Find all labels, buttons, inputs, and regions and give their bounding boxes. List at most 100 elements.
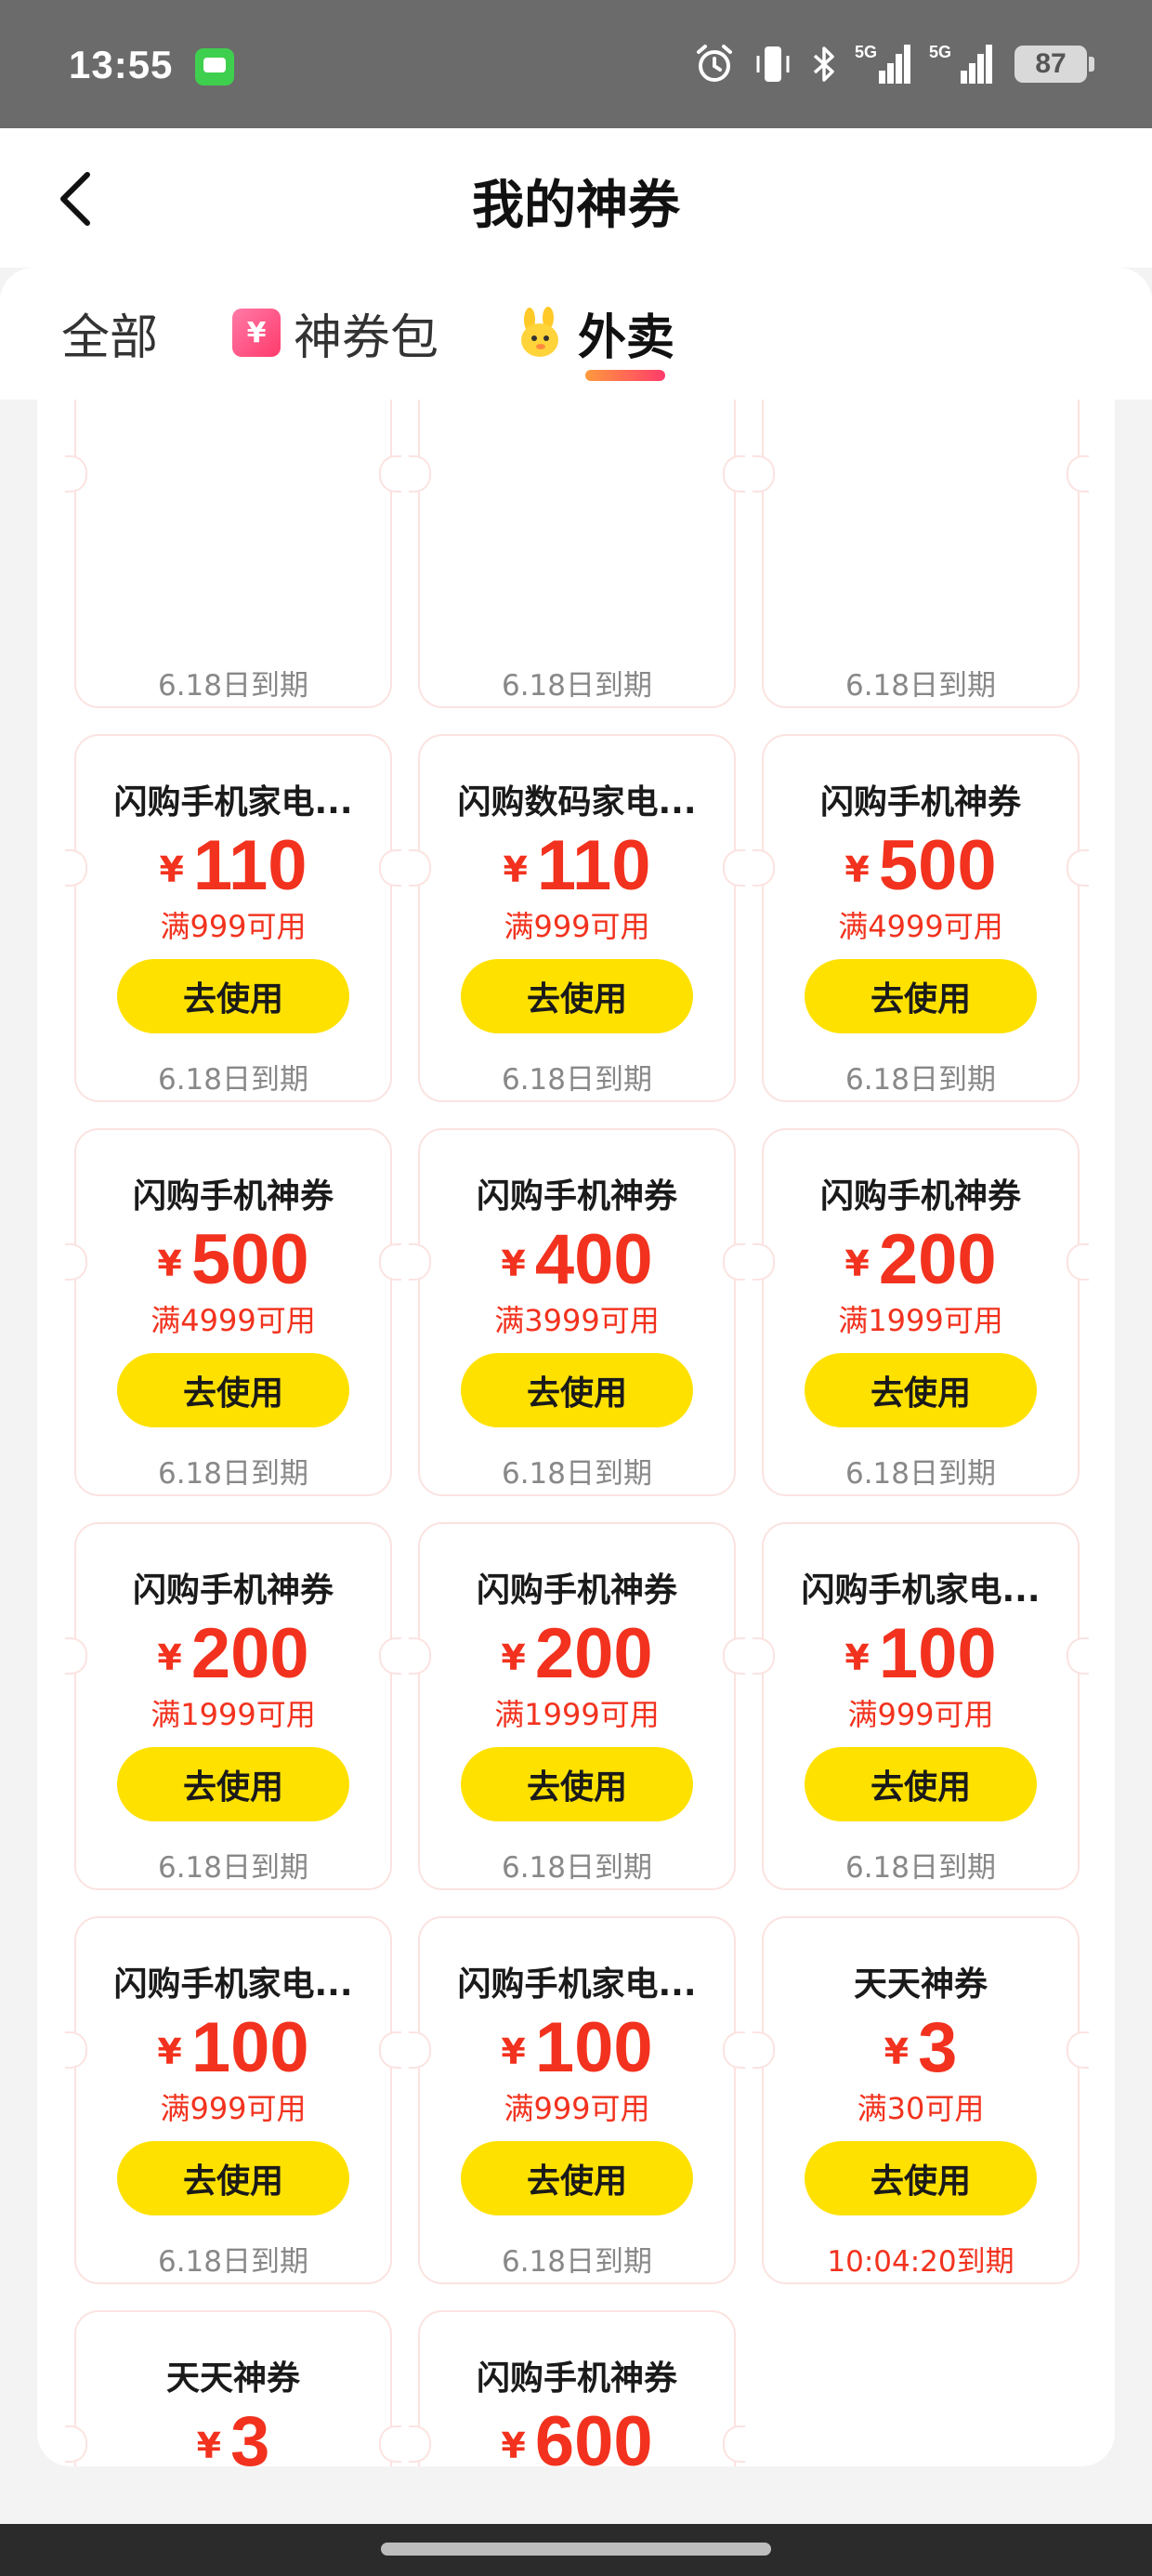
coupon-pack-icon: ¥ <box>232 309 281 357</box>
use-coupon-button[interactable]: 去使用 <box>805 1747 1037 1821</box>
coupon-value: 3 <box>918 2008 958 2087</box>
coupon-name: 闪购手机家电... <box>457 1965 697 2004</box>
coupon-expiry: 6.18日到期 <box>844 1457 997 1491</box>
status-bar: 13:55 5G 5G 87 <box>0 0 1152 128</box>
coupon-card[interactable]: 闪购手机神券 ¥500 满4999可用 去使用 6.18日到期 <box>753 734 1089 1102</box>
currency-symbol: ¥ <box>503 849 528 890</box>
tab-label: 外卖 <box>578 309 675 366</box>
coupon-amount: ¥100 <box>420 2007 734 2088</box>
coupon-card[interactable]: 天天神券¥3满30可用去使用明日到期 <box>65 2310 401 2466</box>
coupon-condition: 满999可用 <box>160 2091 307 2126</box>
coupon-condition: 满1999可用 <box>151 1697 316 1732</box>
coupon-amount: ¥3 <box>76 2401 390 2466</box>
use-coupon-button[interactable]: 去使用 <box>461 959 693 1033</box>
coupon-name: 闪购手机神券 <box>132 1177 334 1216</box>
coupon-condition: 满4999可用 <box>151 1303 316 1338</box>
coupon-condition: 满1999可用 <box>838 1303 1003 1338</box>
home-indicator[interactable] <box>381 2543 771 2556</box>
coupon-value: 100 <box>190 2008 309 2087</box>
coupon-card[interactable]: 闪购手机家电... ¥100 满999可用 去使用 6.18日到期 <box>753 1522 1089 1890</box>
coupon-panel[interactable]: 6.18日到期 6.18日到期 6.18日到期 闪购手机家电... ¥110 满999可用… <box>37 400 1115 2466</box>
currency-symbol: ¥ <box>844 1243 870 1284</box>
status-icons: 5G 5G 87 <box>693 41 1094 87</box>
coupon-name: 闪购手机神券 <box>476 1177 677 1216</box>
currency-symbol: ¥ <box>196 2425 222 2466</box>
coupon-amount: ¥200 <box>764 1219 1078 1300</box>
coupon-condition: 满4999可用 <box>838 909 1003 944</box>
coupon-amount: ¥100 <box>76 2007 390 2088</box>
coupon-name: 闪购手机神券 <box>132 1571 334 1610</box>
coupon-name: 闪购手机神券 <box>476 2359 677 2398</box>
currency-symbol: ¥ <box>884 2031 910 2072</box>
use-coupon-button[interactable]: 去使用 <box>805 2141 1037 2215</box>
coupon-card[interactable]: 天天神券 ¥3 满30可用 去使用 10:04:20到期 <box>753 1916 1089 2284</box>
use-coupon-button[interactable]: 去使用 <box>117 1747 349 1821</box>
coupon-value: 110 <box>536 826 651 905</box>
tab-all[interactable]: 全部 <box>61 296 158 370</box>
coupon-expiry: 6.18日到期 <box>501 2245 653 2279</box>
coupon-card[interactable]: 闪购手机神券 ¥500 满4999可用去使用 6.18日到期 <box>65 1128 401 1496</box>
coupon-card[interactable]: 闪购手机神券 ¥400 满3999可用 去使用 6.18日到期 <box>409 1128 745 1496</box>
coupon-card[interactable]: 闪购手机神券 ¥200 满1999可用 去使用 6.18日到期 <box>753 1128 1089 1496</box>
coupon-expiry: 6.18日到期 <box>844 669 997 703</box>
coupon-card[interactable]: 6.18日到期 <box>65 400 401 708</box>
tab-coupon-pack[interactable]: ¥ 神券包 <box>232 296 439 370</box>
coupon-card[interactable]: 闪购手机神券¥600满7999可用去使用6.18日到期 <box>409 2310 745 2466</box>
coupon-name: 闪购手机家电... <box>113 1965 353 2004</box>
use-coupon-button[interactable]: 去使用 <box>461 1747 693 1821</box>
coupon-amount: ¥110 <box>420 825 734 906</box>
signal-5g-icon: 5G <box>929 43 992 84</box>
coupon-expiry: 6.18日到期 <box>501 1063 653 1097</box>
coupon-card[interactable]: 闪购手机家电... ¥110 满999可用 去使用 6.18日到期 <box>65 734 401 1102</box>
coupon-card[interactable]: 6.18日到期 <box>753 400 1089 708</box>
coupon-value: 500 <box>190 1220 309 1299</box>
coupon-name: 闪购手机神券 <box>819 1177 1021 1216</box>
coupon-value: 600 <box>534 2402 653 2466</box>
coupon-amount: ¥3 <box>764 2007 1078 2088</box>
coupon-value: 200 <box>878 1220 997 1299</box>
coupon-expiry: 6.18日到期 <box>157 669 309 703</box>
coupon-name: 闪购数码家电... <box>457 783 697 821</box>
currency-symbol: ¥ <box>159 849 184 890</box>
coupon-card[interactable]: 闪购手机家电... ¥100 满999可用 去使用 6.18日到期 <box>65 1916 401 2284</box>
use-coupon-button[interactable]: 去使用 <box>805 1353 1037 1427</box>
coupon-card[interactable]: 闪购手机神券 ¥200 满1999可用 去使用 6.18日到期 <box>409 1522 745 1890</box>
coupon-expiry: 6.18日到期 <box>501 1457 653 1491</box>
coupon-amount: ¥500 <box>76 1219 390 1300</box>
coupon-condition: 满1999可用 <box>494 1697 660 1732</box>
coupon-card[interactable]: 6.18日到期 <box>409 400 745 708</box>
coupon-value: 3 <box>230 2402 270 2466</box>
page-title: 我的神券 <box>472 176 680 236</box>
use-coupon-button[interactable]: 去使用 <box>117 1353 349 1427</box>
message-app-icon <box>195 48 234 85</box>
coupon-card[interactable]: 闪购数码家电... ¥110 满999可用 去使用 6.18日到期 <box>409 734 745 1102</box>
coupon-expiry: 6.18日到期 <box>844 1063 997 1097</box>
coupon-value: 200 <box>534 1614 653 1693</box>
coupon-expiry: 6.18日到期 <box>501 1851 653 1885</box>
coupon-card[interactable]: 闪购手机神券 ¥200 满1999可用 去使用 6.18日到期 <box>65 1522 401 1890</box>
currency-symbol: ¥ <box>844 849 870 890</box>
takeout-mascot-icon <box>521 307 558 357</box>
coupon-expiry: 6.18日到期 <box>157 1457 309 1491</box>
coupon-condition: 满30可用 <box>857 2091 985 2126</box>
coupon-value: 200 <box>190 1614 309 1693</box>
tab-takeout[interactable]: 外卖 <box>517 296 674 370</box>
tab-bar: 全部 ¥ 神券包 外卖 <box>0 268 1152 400</box>
use-coupon-button[interactable]: 去使用 <box>461 1353 693 1427</box>
use-coupon-button[interactable]: 去使用 <box>805 959 1037 1033</box>
coupon-value: 100 <box>534 2008 653 2087</box>
currency-symbol: ¥ <box>157 2031 182 2072</box>
coupon-condition: 满999可用 <box>847 1697 994 1732</box>
coupon-name: 天天神券 <box>165 2359 300 2398</box>
currency-symbol: ¥ <box>157 1637 182 1678</box>
use-coupon-button[interactable]: 去使用 <box>461 2141 693 2215</box>
tab-label: 全部 <box>61 309 159 366</box>
coupon-condition: 满999可用 <box>504 2091 650 2126</box>
use-coupon-button[interactable]: 去使用 <box>117 2141 349 2215</box>
use-coupon-button[interactable]: 去使用 <box>117 959 349 1033</box>
bluetooth-icon <box>813 46 834 82</box>
coupon-condition: 满999可用 <box>160 909 307 944</box>
coupon-amount: ¥400 <box>420 1219 734 1300</box>
coupon-card[interactable]: 闪购手机家电... ¥100 满999可用去使用 6.18日到期 <box>409 1916 745 2284</box>
coupon-condition: 满999可用 <box>504 909 650 944</box>
